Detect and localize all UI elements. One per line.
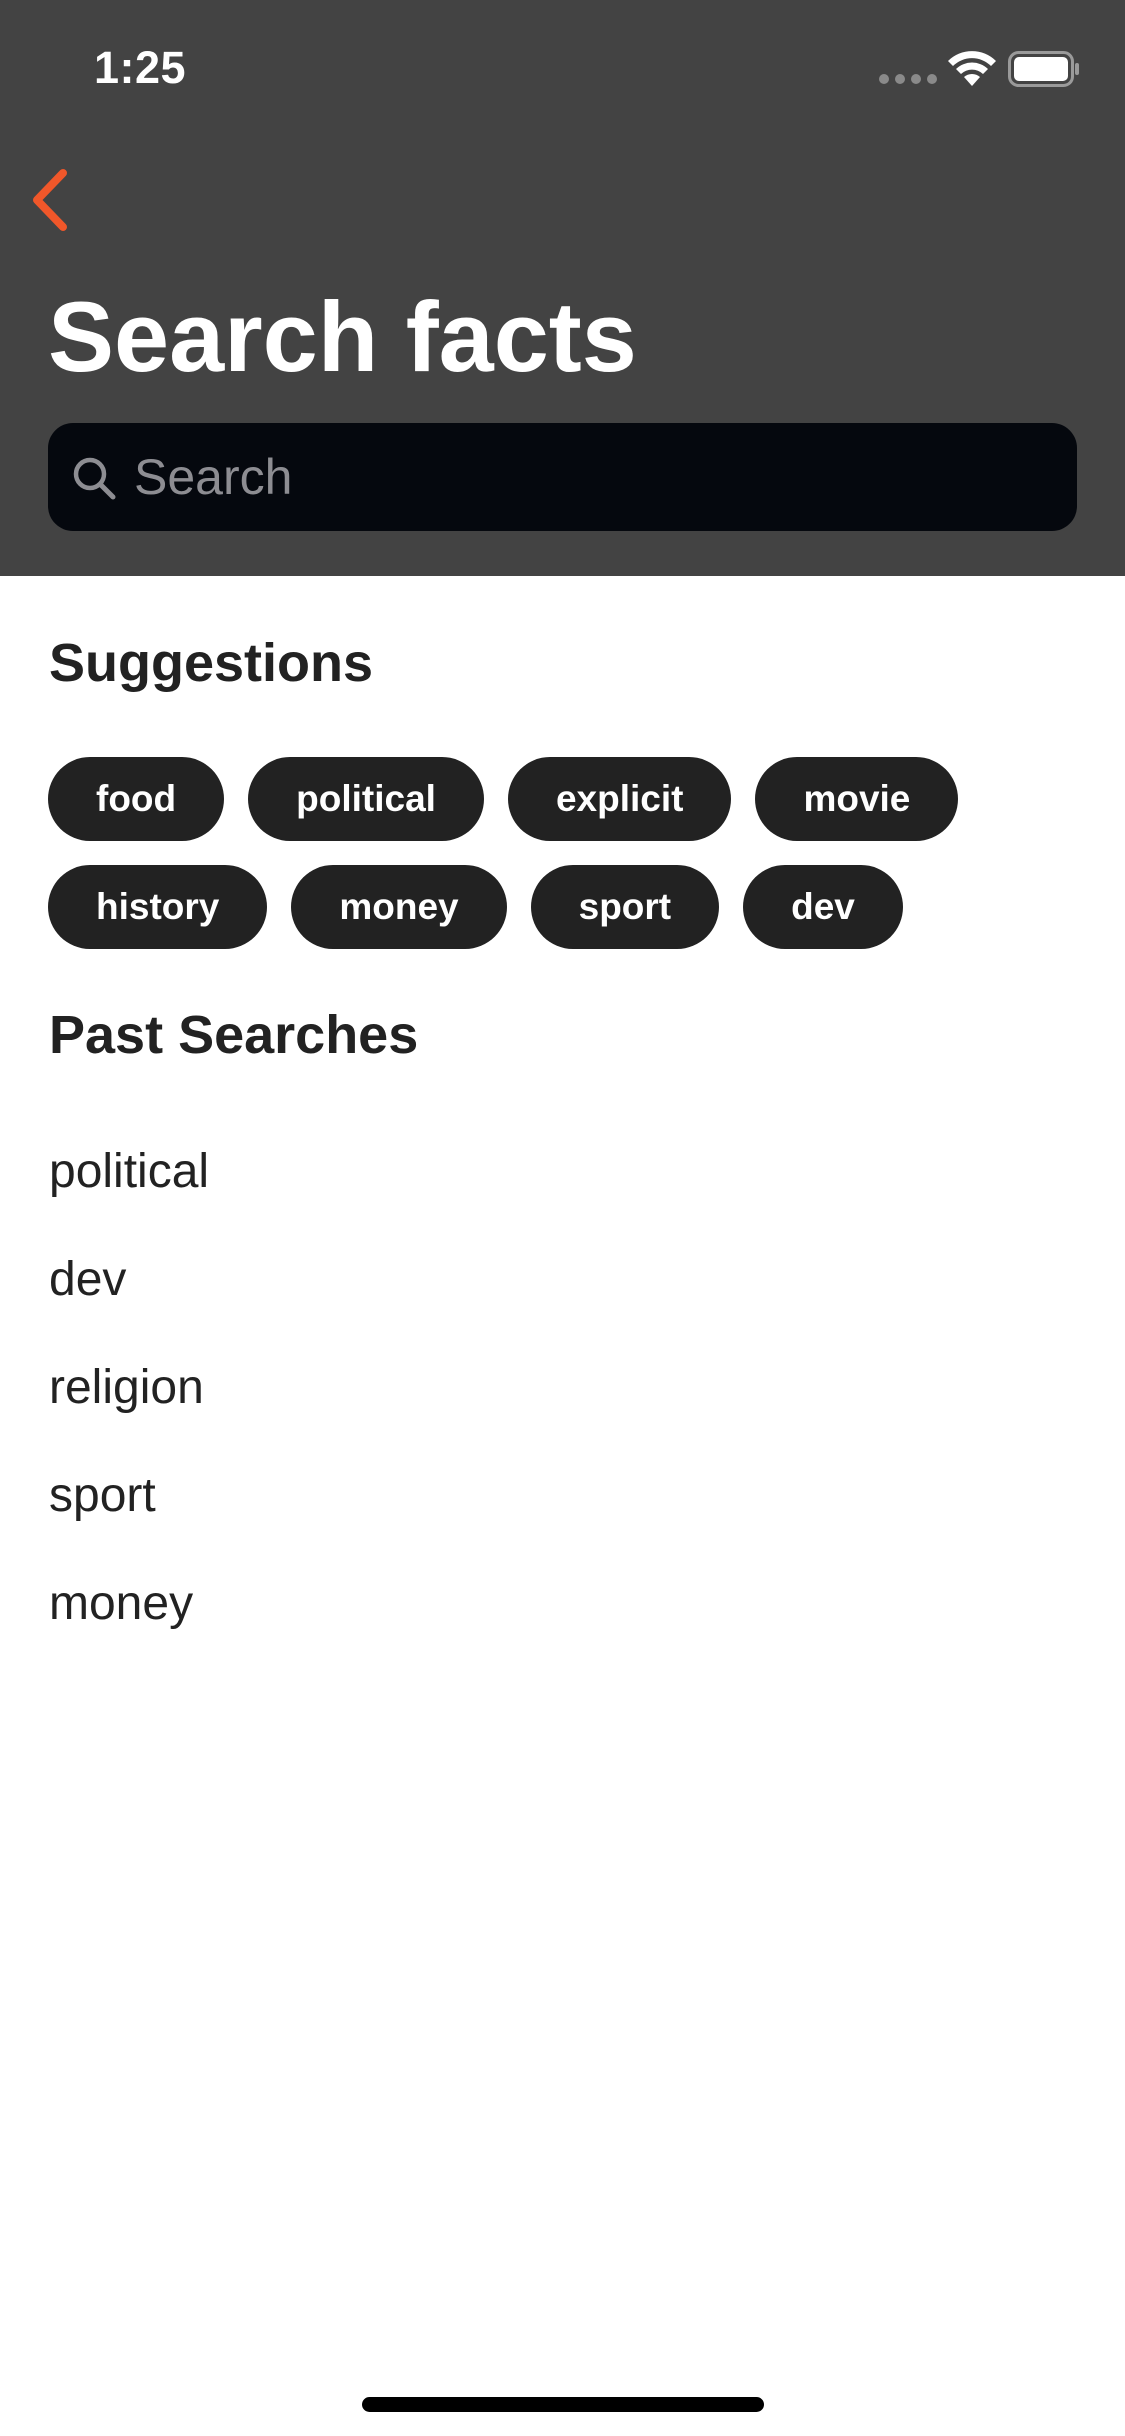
past-search-item[interactable]: dev — [49, 1225, 1079, 1333]
back-button[interactable] — [20, 160, 80, 240]
search-icon — [73, 457, 116, 500]
chevron-left-icon — [33, 169, 67, 231]
suggestion-chip-explicit[interactable]: explicit — [507, 757, 732, 841]
suggestion-chip-money[interactable]: money — [291, 865, 507, 949]
suggestion-chip-food[interactable]: food — [48, 757, 225, 841]
header: 1:25 Search facts — [0, 0, 1125, 576]
past-searches-list: political dev religion sport money — [49, 1117, 1079, 1657]
past-search-item[interactable]: money — [49, 1549, 1079, 1657]
page-title: Search facts — [48, 281, 637, 392]
cellular-signal-icon — [879, 74, 937, 84]
wifi-icon — [948, 51, 996, 86]
search-input[interactable] — [134, 423, 1054, 531]
past-search-item[interactable]: sport — [49, 1441, 1079, 1549]
suggestions-heading: Suggestions — [49, 633, 374, 693]
search-facts-screen: 1:25 Search facts Sugge — [0, 0, 1125, 2436]
home-indicator[interactable] — [362, 2397, 764, 2412]
suggestion-chip-sport[interactable]: sport — [530, 865, 720, 949]
battery-icon — [1008, 51, 1079, 87]
suggestion-chip-row: food political explicit movie — [48, 757, 1048, 841]
past-search-item[interactable]: religion — [49, 1333, 1079, 1441]
suggestion-chip-movie[interactable]: movie — [755, 757, 959, 841]
status-time: 1:25 — [94, 42, 187, 93]
past-search-item[interactable]: political — [49, 1117, 1079, 1225]
suggestion-chip-row: history money sport dev — [48, 865, 1048, 949]
suggestion-chip-dev[interactable]: dev — [743, 865, 903, 949]
suggestion-chip-history[interactable]: history — [48, 865, 268, 949]
suggestion-chips: food political explicit movie history mo… — [48, 757, 1048, 973]
suggestion-chip-political[interactable]: political — [248, 757, 484, 841]
search-bar[interactable] — [48, 423, 1077, 531]
past-searches-heading: Past Searches — [49, 1005, 419, 1065]
